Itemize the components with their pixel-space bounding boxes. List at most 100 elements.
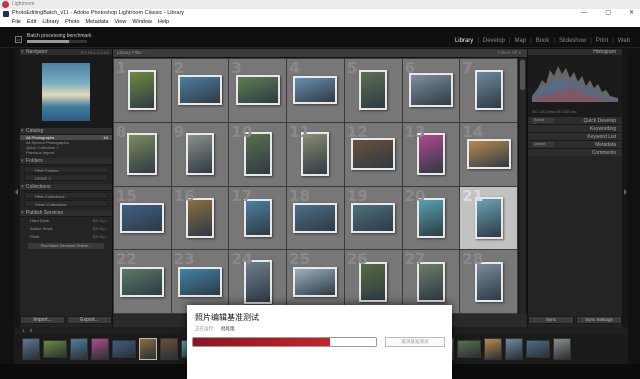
grid-cell[interactable]: 16 bbox=[171, 186, 229, 250]
filter-folders-field[interactable]: Filter Folders bbox=[24, 166, 108, 173]
publish-service-flickr[interactable]: Flickr Set Up... bbox=[20, 233, 112, 241]
grid-scrollbar[interactable] bbox=[519, 58, 526, 314]
module-library[interactable]: Library bbox=[455, 38, 473, 44]
sync-button[interactable]: Sync bbox=[528, 316, 574, 324]
service-setup-link[interactable]: Set Up... bbox=[92, 233, 108, 241]
page-2-button[interactable]: 2 bbox=[30, 328, 33, 333]
grid-cell[interactable]: 2 bbox=[171, 59, 229, 122]
grid-cell[interactable]: 5 bbox=[344, 59, 402, 122]
maximize-button[interactable]: ▢ bbox=[605, 9, 611, 18]
grid-cell[interactable]: 23 bbox=[171, 250, 229, 313]
module-print[interactable]: Print bbox=[596, 38, 608, 44]
metadata-header[interactable]: Default Metadata bbox=[528, 140, 622, 148]
publish-service-hard-drive[interactable]: Hard Drive Set Up... bbox=[20, 217, 112, 225]
grid-cell[interactable]: 13 bbox=[402, 122, 460, 186]
filmstrip-thumbnail[interactable] bbox=[484, 338, 502, 360]
photo-thumbnail[interactable] bbox=[466, 139, 511, 170]
collections-header[interactable]: ▾ Collections bbox=[20, 184, 112, 191]
sync-settings-button[interactable]: Sync Settings bbox=[576, 316, 622, 324]
filmstrip-thumbnail[interactable] bbox=[505, 338, 523, 360]
filmstrip-thumbnail[interactable] bbox=[526, 340, 550, 358]
grid-cell[interactable]: 24 bbox=[229, 250, 287, 313]
menu-photo[interactable]: Photo bbox=[65, 18, 79, 27]
grid-cell[interactable]: 4 bbox=[287, 59, 344, 122]
grid-cell[interactable]: 26 bbox=[344, 250, 402, 313]
grid-cell[interactable]: 10 bbox=[229, 122, 287, 186]
grid-cell[interactable]: 25 bbox=[287, 250, 344, 313]
photo-thumbnail[interactable] bbox=[351, 202, 396, 233]
photo-thumbnail[interactable] bbox=[235, 75, 280, 106]
filmstrip-thumbnail[interactable] bbox=[43, 340, 67, 358]
module-book[interactable]: Book bbox=[536, 38, 550, 44]
filmstrip-thumbnail[interactable] bbox=[553, 338, 571, 360]
navigator-zoom-options[interactable]: FIT FILL 1:1 3:1 bbox=[81, 49, 109, 56]
grid-cell[interactable]: 15 bbox=[114, 186, 171, 250]
publish-services-header[interactable]: ▾ Publish Services bbox=[20, 210, 112, 217]
filmstrip-thumbnail[interactable] bbox=[457, 340, 481, 358]
grid-cell[interactable]: 27 bbox=[402, 250, 460, 313]
navigator-header[interactable]: ▾ Navigator FIT FILL 1:1 3:1 bbox=[20, 49, 112, 56]
catalog-item-previous-import[interactable]: Previous Import bbox=[20, 150, 112, 155]
menu-view[interactable]: View bbox=[114, 18, 126, 27]
keywording-header[interactable]: Keywording bbox=[528, 124, 622, 132]
module-slideshow[interactable]: Slideshow bbox=[559, 38, 586, 44]
grid-cell[interactable]: 11 bbox=[287, 122, 344, 186]
grid-scrollbar-thumb[interactable] bbox=[520, 60, 525, 90]
photo-thumbnail[interactable] bbox=[351, 138, 396, 171]
metadata-preset-dropdown[interactable]: Default bbox=[532, 142, 554, 147]
module-map[interactable]: Map bbox=[514, 38, 526, 44]
histogram-header[interactable]: Histogram bbox=[528, 49, 622, 56]
filter-presets-dropdown[interactable]: Filters Off ▾ bbox=[498, 49, 521, 57]
photo-thumbnail[interactable] bbox=[120, 202, 165, 233]
photo-thumbnail[interactable] bbox=[120, 266, 165, 297]
photo-thumbnail[interactable] bbox=[178, 266, 223, 297]
quick-develop-header[interactable]: Saved Preset Quick Develop bbox=[528, 116, 622, 127]
menu-edit[interactable]: Edit bbox=[27, 18, 36, 27]
grid-cell[interactable]: 17 bbox=[229, 186, 287, 250]
filmstrip-thumbnail[interactable] bbox=[160, 338, 178, 360]
grid-cell[interactable]: 20 bbox=[402, 186, 460, 250]
find-more-services-button[interactable]: Find More Services Online... bbox=[28, 243, 104, 249]
menu-library[interactable]: Library bbox=[42, 18, 59, 27]
photo-thumbnail[interactable] bbox=[474, 70, 503, 111]
page-1-button[interactable]: 1 bbox=[22, 328, 25, 333]
grid-cell[interactable]: 1 bbox=[114, 59, 171, 122]
photo-thumbnail[interactable] bbox=[127, 133, 158, 176]
photo-thumbnail[interactable] bbox=[293, 76, 338, 105]
service-setup-link[interactable]: Set Up... bbox=[92, 225, 108, 233]
module-develop[interactable]: Develop bbox=[483, 38, 505, 44]
menu-metadata[interactable]: Metadata bbox=[86, 18, 109, 27]
filmstrip-thumbnail[interactable] bbox=[139, 338, 157, 360]
saved-preset-dropdown[interactable]: Saved Preset bbox=[532, 118, 554, 127]
export-button[interactable]: Export... bbox=[67, 316, 112, 324]
keyword-list-header[interactable]: Keyword List bbox=[528, 132, 622, 140]
right-panel-toggle[interactable] bbox=[622, 49, 628, 327]
menu-window[interactable]: Window bbox=[132, 18, 152, 27]
grid-cell[interactable]: 22 bbox=[114, 250, 171, 313]
photo-thumbnail[interactable] bbox=[178, 75, 223, 106]
menu-file[interactable]: File bbox=[12, 18, 21, 27]
grid-cell[interactable]: 8 bbox=[114, 122, 171, 186]
folders-header[interactable]: ▾ Folders bbox=[20, 158, 112, 165]
grid-cell[interactable]: 21 bbox=[460, 186, 517, 250]
grid-cell[interactable]: 28 bbox=[460, 250, 517, 313]
drive-row[interactable]: DRIVE C bbox=[24, 174, 108, 181]
filmstrip-thumbnail[interactable] bbox=[70, 338, 88, 360]
photo-thumbnail[interactable] bbox=[408, 73, 453, 108]
grid-cell[interactable]: 14 bbox=[460, 122, 517, 186]
photo-thumbnail[interactable] bbox=[186, 133, 215, 176]
grid-cell[interactable]: 9 bbox=[171, 122, 229, 186]
filmstrip-thumbnail[interactable] bbox=[22, 338, 40, 360]
grid-cell[interactable]: 18 bbox=[287, 186, 344, 250]
filmstrip-thumbnail[interactable] bbox=[112, 340, 136, 358]
photo-thumbnail[interactable] bbox=[293, 202, 338, 233]
photo-thumbnail[interactable] bbox=[128, 70, 157, 111]
grid-cell[interactable]: 7 bbox=[460, 59, 517, 122]
grid-cell[interactable]: 3 bbox=[229, 59, 287, 122]
filmstrip-thumbnail[interactable] bbox=[91, 338, 109, 360]
import-button[interactable]: Import... bbox=[20, 316, 65, 324]
grid-cell[interactable]: 12 bbox=[344, 122, 402, 186]
grid-cell[interactable]: 19 bbox=[344, 186, 402, 250]
photo-thumbnail[interactable] bbox=[359, 70, 388, 111]
smart-collections-row[interactable]: Smart Collections bbox=[24, 200, 108, 207]
